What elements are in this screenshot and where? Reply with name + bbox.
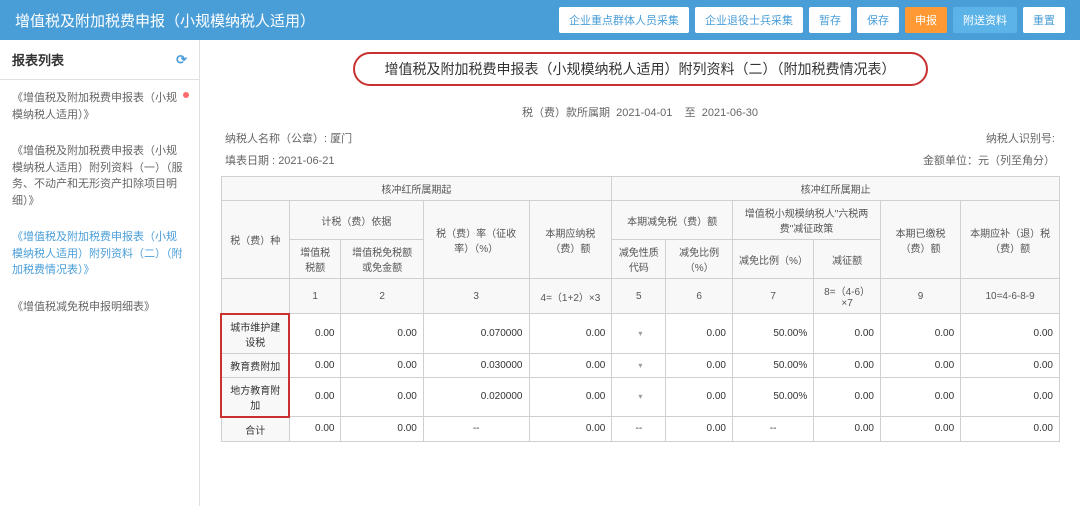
fill-date: 2021-06-21 [278,155,334,167]
cell-c3[interactable]: 0.030000 [423,353,529,377]
refresh-icon[interactable]: ⟳ [176,52,187,68]
btn-declare[interactable]: 申报 [905,7,947,33]
table-total-row: 合计 0.00 0.00 -- 0.00 -- 0.00 -- 0.00 0.0… [221,417,1060,442]
taxpayer-id-label: 纳税人识别号: [986,130,1055,146]
btn-reset[interactable]: 重置 [1023,7,1065,33]
period-row: 税（费）款所属期 2021-04-01 至 2021-06-30 [220,104,1060,120]
row-label: 教育费附加 [221,353,289,377]
total-c8: 0.00 [814,417,881,442]
cell-c9[interactable]: 0.00 [880,353,960,377]
th-vat-exempt: 增值税免税额或免金额 [341,240,423,279]
sidebar-title: 报表列表 [12,50,64,69]
th-to-pay: 本期应补（退）税（费）额 [961,201,1060,279]
form-title: 增值税及附加税费申报表（小规模纳税人适用）附列资料（二）（附加税费情况表） [353,52,928,86]
th-calc-base: 计税（费）依据 [289,201,423,240]
app-header: 增值税及附加税费申报（小规模纳税人适用） 企业重点群体人员采集 企业退役士兵采集… [0,0,1080,40]
btn-save[interactable]: 保存 [857,7,899,33]
cell-c8[interactable]: 0.00 [814,377,881,417]
row-label: 城市维护建设税 [221,314,289,354]
cell-c5-dropdown[interactable]: ▾ [612,377,666,417]
period-from: 2021-04-01 [616,107,672,119]
taxpayer-name: 厦门 [330,133,352,145]
th-rate: 税（费）率（征收率）（%） [423,201,529,279]
cell-c8[interactable]: 0.00 [814,353,881,377]
cell-c10[interactable]: 0.00 [961,314,1060,354]
total-c10: 0.00 [961,417,1060,442]
cell-c4[interactable]: 0.00 [529,377,612,417]
unit-label: 金额单位：元（列至角分） [923,152,1055,168]
cell-c3[interactable]: 0.070000 [423,314,529,354]
th-vat-amount: 增值税税额 [289,240,341,279]
cell-c9[interactable]: 0.00 [880,377,960,417]
btn-attachments[interactable]: 附送资料 [953,7,1017,33]
row-label: 地方教育附加 [221,377,289,417]
cell-c2[interactable]: 0.00 [341,377,423,417]
cell-c4[interactable]: 0.00 [529,314,612,354]
chevron-down-icon: ▾ [638,361,642,370]
cell-c10[interactable]: 0.00 [961,377,1060,417]
th-current-payable: 本期应纳税（费）额 [529,201,612,279]
total-c2: 0.00 [341,417,423,442]
th-reduce-rate: 减免比例（%） [733,240,814,279]
total-c4: 0.00 [529,417,612,442]
header-buttons: 企业重点群体人员采集 企业退役士兵采集 暂存 保存 申报 附送资料 重置 [559,7,1065,33]
sidebar-item-attachment-1[interactable]: 《增值税及附加税费申报表（小规模纳税人适用）附列资料（一）（服务、不动产和无形资… [0,133,199,219]
chevron-down-icon: ▾ [638,392,642,401]
cell-c6[interactable]: 0.00 [666,377,733,417]
fill-date-row: 填表日期 : 2021-06-21 金额单位：元（列至角分） [220,152,1060,168]
sidebar-item-exempt-detail[interactable]: 《增值税减免税申报明细表》 [0,289,199,326]
app-title: 增值税及附加税费申报（小规模纳税人适用） [15,10,315,31]
cell-c8[interactable]: 0.00 [814,314,881,354]
cell-c6[interactable]: 0.00 [666,314,733,354]
tax-table: 核冲红所属期起 核冲红所属期止 税（费）种 计税（费）依据 税（费）率（征收率）… [220,176,1060,442]
th-exempt-rate: 减免比例（%） [666,240,733,279]
sidebar-item-attachment-2[interactable]: 《增值税及附加税费申报表（小规模纳税人适用）附列资料（二）（附加税费情况表）》 [0,219,199,289]
sidebar-item-main-form[interactable]: 《增值税及附加税费申报表（小规模纳税人适用）》 [0,80,199,133]
table-row: 地方教育附加 0.00 0.00 0.020000 0.00 ▾ 0.00 50… [221,377,1060,417]
cell-c1[interactable]: 0.00 [289,353,341,377]
alert-dot-icon [183,92,189,98]
th-exempt-code: 减免性质代码 [612,240,666,279]
period-to: 2021-06-30 [702,107,758,119]
cell-c2[interactable]: 0.00 [341,353,423,377]
total-c3: -- [423,417,529,442]
th-small-taxpayer: 增值税小规模纳税人"六税两费"减征政策 [733,201,881,240]
cell-c6[interactable]: 0.00 [666,353,733,377]
table-row: 教育费附加 0.00 0.00 0.030000 0.00 ▾ 0.00 50.… [221,353,1060,377]
th-current-exempt: 本期减免税（费）额 [612,201,733,240]
cell-c1[interactable]: 0.00 [289,314,341,354]
cell-c1[interactable]: 0.00 [289,377,341,417]
th-tax-type: 税（费）种 [221,201,289,279]
btn-collect-veteran[interactable]: 企业退役士兵采集 [695,7,803,33]
cell-c7[interactable]: 50.00% [733,314,814,354]
th-paid: 本期已缴税（费）额 [880,201,960,279]
cell-c9[interactable]: 0.00 [880,314,960,354]
cell-c5-dropdown[interactable]: ▾ [612,353,666,377]
cell-c3[interactable]: 0.020000 [423,377,529,417]
cell-c5-dropdown[interactable]: ▾ [612,314,666,354]
cell-c10[interactable]: 0.00 [961,353,1060,377]
btn-collect-group[interactable]: 企业重点群体人员采集 [559,7,689,33]
th-period-end: 核冲红所属期止 [612,177,1060,201]
sidebar-header: 报表列表 ⟳ [0,40,199,80]
cell-c2[interactable]: 0.00 [341,314,423,354]
total-c7: -- [733,417,814,442]
cell-c7[interactable]: 50.00% [733,353,814,377]
btn-temp-save[interactable]: 暂存 [809,7,851,33]
content-area: 增值税及附加税费申报表（小规模纳税人适用）附列资料（二）（附加税费情况表） 税（… [200,40,1080,506]
total-c1: 0.00 [289,417,341,442]
total-c6: 0.00 [666,417,733,442]
table-row: 城市维护建设税 0.00 0.00 0.070000 0.00 ▾ 0.00 5… [221,314,1060,354]
taxpayer-row: 纳税人名称（公章）: 厦门 纳税人识别号: [220,130,1060,146]
cell-c7[interactable]: 50.00% [733,377,814,417]
th-period-start: 核冲红所属期起 [221,177,612,201]
main-container: 报表列表 ⟳ 《增值税及附加税费申报表（小规模纳税人适用）》 《增值税及附加税费… [0,40,1080,506]
chevron-down-icon: ▾ [638,329,642,338]
sidebar: 报表列表 ⟳ 《增值税及附加税费申报表（小规模纳税人适用）》 《增值税及附加税费… [0,40,200,506]
cell-c4[interactable]: 0.00 [529,353,612,377]
total-label: 合计 [221,417,289,442]
th-reduce-amount: 减征额 [814,240,881,279]
total-c5: -- [612,417,666,442]
total-c9: 0.00 [880,417,960,442]
